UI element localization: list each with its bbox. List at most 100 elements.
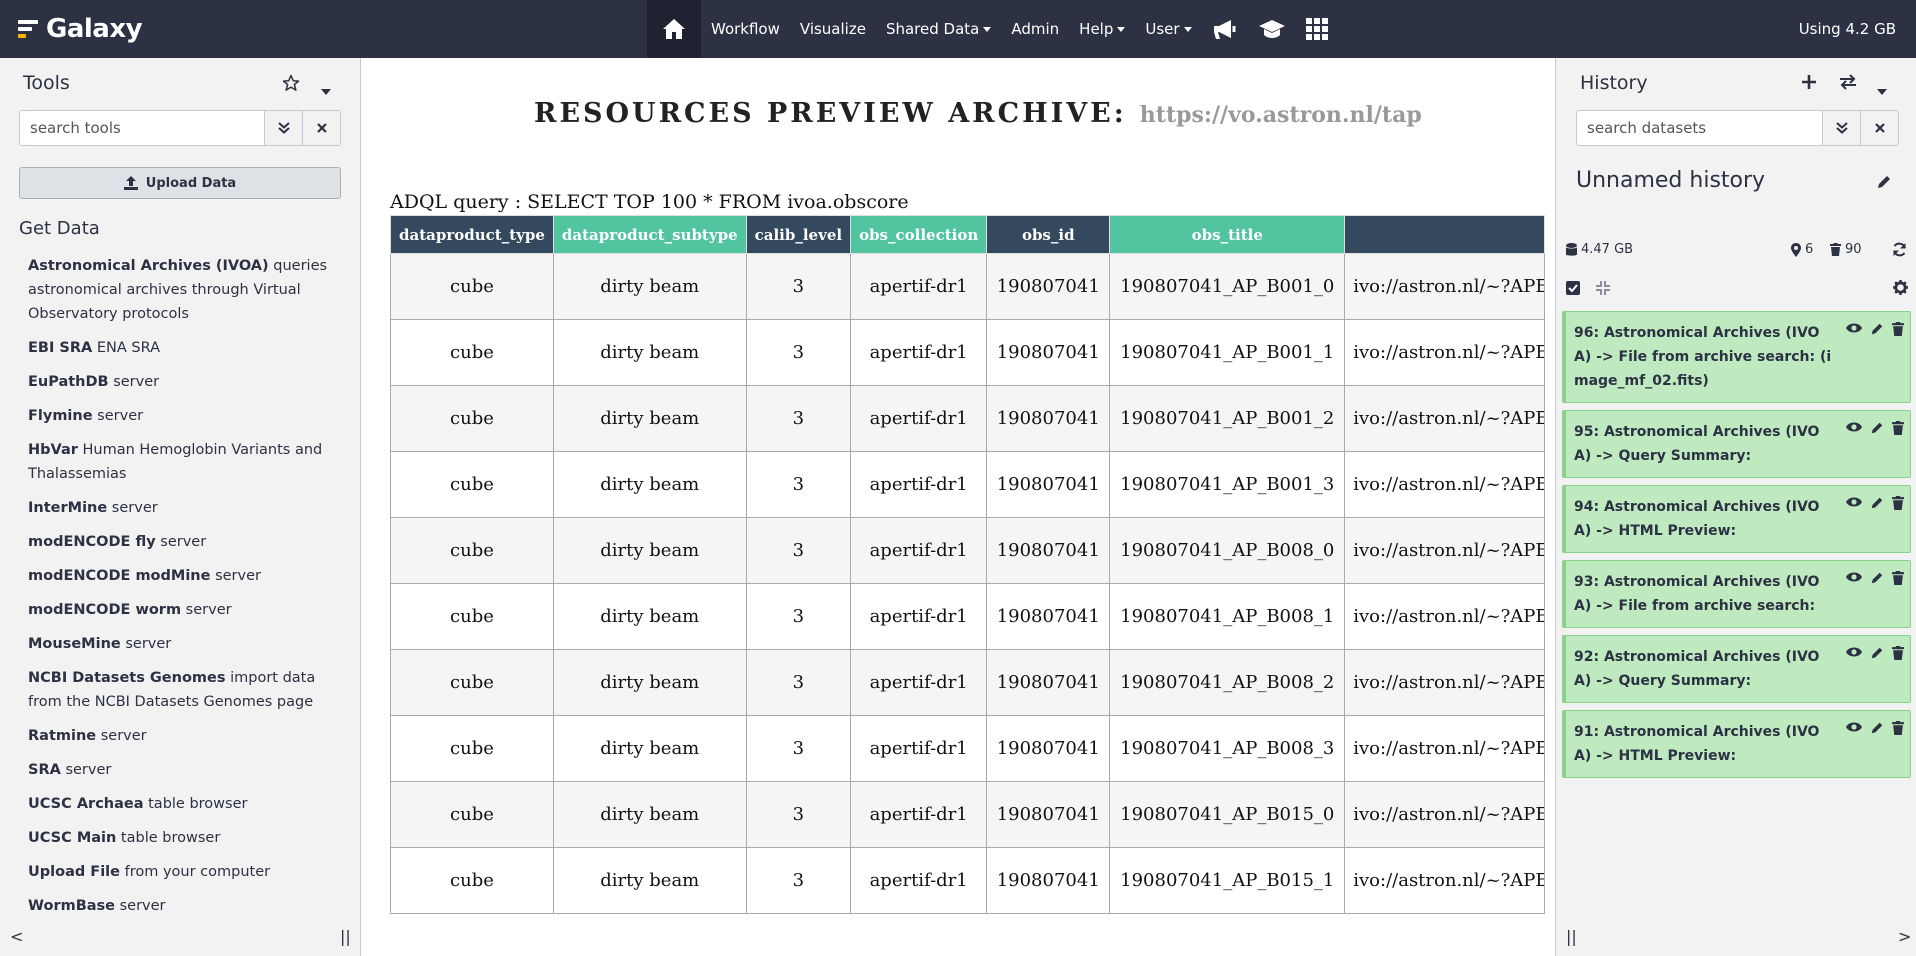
table-cell: ivo://astron.nl/~?APE bbox=[1344, 847, 1546, 914]
table-cell: cube bbox=[390, 517, 554, 584]
tool-item[interactable]: modENCODE modMine server bbox=[28, 564, 338, 588]
column-header[interactable]: obs_id bbox=[986, 215, 1111, 254]
advanced-search-toggle[interactable] bbox=[265, 110, 303, 146]
nav-user[interactable]: User bbox=[1135, 0, 1201, 58]
pencil-icon[interactable] bbox=[1870, 571, 1884, 585]
tool-item[interactable]: EuPathDB server bbox=[28, 370, 338, 394]
tool-panel: Tools Upload Data Get Data Astronomical … bbox=[0, 58, 361, 956]
history-dataset-item[interactable]: 91: Astronomical Archives (IVOA) -> HTML… bbox=[1562, 710, 1911, 778]
deleted-count-text: 90 bbox=[1845, 242, 1862, 257]
dataset-actions bbox=[1846, 721, 1904, 735]
pencil-icon[interactable] bbox=[1870, 646, 1884, 660]
tool-item[interactable]: modENCODE fly server bbox=[28, 530, 338, 554]
trash-icon bbox=[1830, 243, 1841, 256]
checkbox-icon[interactable] bbox=[1566, 280, 1580, 299]
clear-search-button[interactable] bbox=[1861, 110, 1899, 146]
eye-icon[interactable] bbox=[1846, 421, 1862, 435]
table-cell: 3 bbox=[745, 847, 852, 914]
caret-down-icon bbox=[1117, 26, 1126, 32]
eye-icon[interactable] bbox=[1846, 571, 1862, 585]
history-panel-resize-handle[interactable]: || bbox=[1566, 927, 1577, 946]
home-icon[interactable] bbox=[647, 0, 701, 58]
tool-item[interactable]: NCBI Datasets Genomes import data from t… bbox=[28, 666, 338, 714]
upload-data-button[interactable]: Upload Data bbox=[19, 167, 341, 199]
nav-help[interactable]: Help bbox=[1069, 0, 1135, 58]
tool-item[interactable]: EBI SRA ENA SRA bbox=[28, 336, 338, 360]
quota-meter[interactable]: Using 4.2 GB bbox=[1799, 0, 1896, 58]
history-dataset-item[interactable]: 94: Astronomical Archives (IVOA) -> HTML… bbox=[1562, 485, 1911, 553]
gear-icon[interactable] bbox=[1893, 280, 1908, 299]
pencil-icon[interactable] bbox=[1870, 421, 1884, 435]
tool-item[interactable]: SRA server bbox=[28, 758, 338, 782]
bullhorn-icon[interactable] bbox=[1202, 0, 1248, 58]
column-header[interactable]: obs_title bbox=[1109, 215, 1346, 254]
history-dataset-item[interactable]: 93: Astronomical Archives (IVOA) -> File… bbox=[1562, 560, 1911, 628]
tool-item[interactable]: UCSC Archaea table browser bbox=[28, 792, 338, 816]
apps-grid-icon[interactable] bbox=[1296, 0, 1338, 58]
tool-item[interactable]: Astronomical Archives (IVOA) queries ast… bbox=[28, 254, 338, 326]
pencil-icon[interactable] bbox=[1876, 174, 1892, 194]
tool-name: HbVar bbox=[28, 442, 78, 458]
eye-icon[interactable] bbox=[1846, 721, 1862, 735]
deleted-count[interactable]: 90 bbox=[1830, 242, 1862, 257]
compress-icon[interactable] bbox=[1596, 280, 1610, 299]
tool-item[interactable]: WormBase server bbox=[28, 894, 338, 918]
tool-item[interactable]: HbVar Human Hemoglobin Variants and Thal… bbox=[28, 438, 338, 486]
trash-icon[interactable] bbox=[1892, 646, 1904, 660]
history-size[interactable]: 4.47 GB bbox=[1566, 242, 1633, 257]
collapse-history-panel-button[interactable]: > bbox=[1898, 927, 1911, 946]
trash-icon[interactable] bbox=[1892, 421, 1904, 435]
caret-down-icon bbox=[983, 26, 992, 32]
history-search-input[interactable] bbox=[1576, 110, 1823, 146]
history-dataset-item[interactable]: 92: Astronomical Archives (IVOA) -> Quer… bbox=[1562, 635, 1911, 703]
column-header[interactable] bbox=[1344, 215, 1546, 254]
tool-item[interactable]: InterMine server bbox=[28, 496, 338, 520]
plus-icon[interactable] bbox=[1801, 74, 1817, 94]
caret-down-icon[interactable] bbox=[321, 80, 331, 99]
history-dataset-item[interactable]: 96: Astronomical Archives (IVOA) -> File… bbox=[1562, 311, 1911, 403]
column-header[interactable]: obs_collection bbox=[850, 215, 988, 254]
tool-item[interactable]: MouseMine server bbox=[28, 632, 338, 656]
shown-count[interactable]: 6 bbox=[1791, 242, 1813, 257]
tool-name: MouseMine bbox=[28, 636, 121, 652]
tool-search-group bbox=[19, 110, 341, 146]
collapse-tool-panel-button[interactable]: < bbox=[10, 927, 23, 946]
tool-item[interactable]: UCSC Main table browser bbox=[28, 826, 338, 850]
nav-admin[interactable]: Admin bbox=[1001, 0, 1069, 58]
tool-desc: server bbox=[60, 762, 112, 778]
pencil-icon[interactable] bbox=[1870, 721, 1884, 735]
advanced-search-toggle[interactable] bbox=[1823, 110, 1861, 146]
nav-visualize[interactable]: Visualize bbox=[790, 0, 876, 58]
eye-icon[interactable] bbox=[1846, 496, 1862, 510]
clear-search-button[interactable] bbox=[303, 110, 341, 146]
eye-icon[interactable] bbox=[1846, 322, 1862, 336]
caret-down-icon[interactable] bbox=[1877, 80, 1887, 99]
tool-section-title[interactable]: Get Data bbox=[19, 218, 100, 239]
nav-workflow[interactable]: Workflow bbox=[701, 0, 790, 58]
column-header[interactable]: calib_level bbox=[745, 215, 852, 254]
pencil-icon[interactable] bbox=[1870, 496, 1884, 510]
refresh-icon[interactable] bbox=[1892, 242, 1911, 257]
star-icon[interactable] bbox=[282, 74, 300, 96]
tool-item[interactable]: Upload File from your computer bbox=[28, 860, 338, 884]
trash-icon[interactable] bbox=[1892, 496, 1904, 510]
history-dataset-item[interactable]: 95: Astronomical Archives (IVOA) -> Quer… bbox=[1562, 410, 1911, 478]
tool-search-input[interactable] bbox=[19, 110, 265, 146]
tool-name: EuPathDB bbox=[28, 374, 109, 390]
eye-icon[interactable] bbox=[1846, 646, 1862, 660]
trash-icon[interactable] bbox=[1892, 322, 1904, 336]
trash-icon[interactable] bbox=[1892, 721, 1904, 735]
pencil-icon[interactable] bbox=[1870, 322, 1884, 336]
tool-item[interactable]: modENCODE worm server bbox=[28, 598, 338, 622]
column-header[interactable]: dataproduct_subtype bbox=[552, 215, 747, 254]
column-header[interactable]: dataproduct_type bbox=[390, 215, 554, 254]
tool-item[interactable]: Flymine server bbox=[28, 404, 338, 428]
switch-history-icon[interactable] bbox=[1839, 74, 1857, 94]
graduation-cap-icon[interactable] bbox=[1248, 0, 1296, 58]
galaxy-brand-link[interactable]: Galaxy bbox=[18, 10, 143, 48]
table-cell: cube bbox=[390, 847, 554, 914]
tool-item[interactable]: Ratmine server bbox=[28, 724, 338, 748]
trash-icon[interactable] bbox=[1892, 571, 1904, 585]
nav-shared-data[interactable]: Shared Data bbox=[876, 0, 1001, 58]
tool-panel-resize-handle[interactable]: || bbox=[340, 927, 351, 946]
